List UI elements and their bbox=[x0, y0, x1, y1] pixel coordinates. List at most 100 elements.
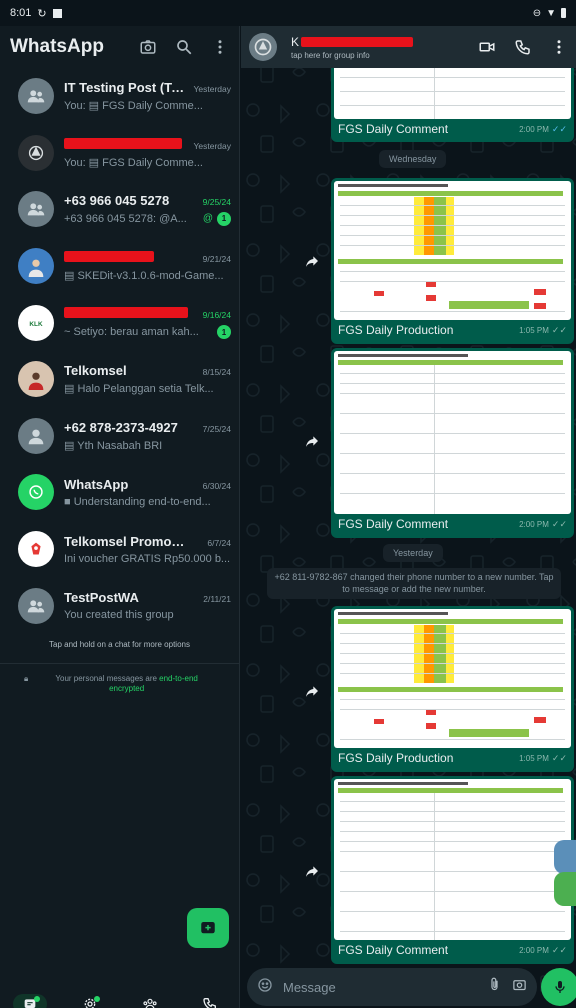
chat-item[interactable]: 9/21/24 ▤ SKEDit-v3.1.0.6-mod-Game... bbox=[0, 238, 239, 295]
new-chat-button[interactable] bbox=[187, 908, 229, 948]
spreadsheet-image[interactable] bbox=[334, 609, 571, 748]
spreadsheet-image[interactable] bbox=[334, 181, 571, 320]
forward-icon[interactable] bbox=[299, 678, 325, 704]
chat-preview: You: ▤ FGS Daily Comme... bbox=[64, 156, 203, 169]
status-bar: 8:01 ↻ ⊖ ▼ bbox=[0, 0, 576, 26]
chat-item[interactable]: Yesterday You: ▤ FGS Daily Comme... bbox=[0, 125, 239, 182]
chats-icon bbox=[13, 993, 47, 1008]
spreadsheet-image[interactable] bbox=[334, 779, 571, 940]
delivered-icon: ✓✓ bbox=[551, 752, 567, 763]
message-bubble[interactable]: FGS Daily Comment 2:00 PM ✓✓ bbox=[331, 776, 574, 964]
contact-avatar[interactable] bbox=[18, 417, 54, 454]
floating-more-tab[interactable] bbox=[554, 872, 576, 906]
attach-icon[interactable] bbox=[487, 977, 502, 997]
svg-text:KLK: KLK bbox=[29, 320, 43, 327]
group-logo-avatar[interactable] bbox=[18, 134, 54, 171]
chat-preview: ~ Setiyo: berau aman kah... bbox=[64, 326, 199, 339]
video-call-icon[interactable] bbox=[478, 38, 496, 56]
promo-logo-avatar[interactable] bbox=[18, 531, 54, 568]
encryption-notice[interactable]: 🔒︎ Your personal messages are end-to-end… bbox=[0, 664, 239, 705]
message-time: 1:05 PM bbox=[519, 753, 549, 763]
delivered-icon: ✓✓ bbox=[551, 324, 567, 335]
forward-icon[interactable] bbox=[299, 248, 325, 274]
voice-message-button[interactable] bbox=[541, 968, 576, 1006]
message-bubble[interactable]: FGS Daily Production 1:05 PM ✓✓ bbox=[331, 178, 574, 344]
floating-sticker-tab[interactable] bbox=[554, 840, 576, 874]
system-message[interactable]: +62 811-9782-867 changed their phone num… bbox=[267, 568, 561, 600]
chat-name-redacted bbox=[64, 250, 154, 265]
chat-time: 7/25/24 bbox=[202, 423, 231, 434]
message-time: 1:05 PM bbox=[519, 325, 549, 335]
date-separator: Yesterday bbox=[383, 544, 443, 562]
unread-badge: 1 bbox=[217, 211, 231, 226]
whatsapp-logo-avatar[interactable] bbox=[18, 474, 54, 511]
conversation-pane: K tap here for group info FGS Daily Comm… bbox=[241, 26, 576, 1008]
battery-icon bbox=[561, 8, 566, 18]
klk-logo-avatar[interactable]: KLK bbox=[18, 304, 54, 341]
composer-camera-icon[interactable] bbox=[512, 977, 527, 997]
chat-item[interactable]: WhatsApp 6/30/24 ■ Understanding end-to-… bbox=[0, 464, 239, 521]
chat-item[interactable]: KLK 9/16/24 ~ Setiyo: berau aman kah... … bbox=[0, 294, 239, 351]
mention-indicator: @ bbox=[202, 213, 213, 225]
date-separator: Wednesday bbox=[379, 150, 447, 168]
nav-item-updates[interactable]: Updates bbox=[60, 988, 120, 1008]
chat-time: 6/7/24 bbox=[207, 537, 231, 548]
message-bubble[interactable]: FGS Daily Production 1:05 PM ✓✓ bbox=[331, 606, 574, 772]
group-avatar[interactable] bbox=[249, 33, 277, 61]
message-caption: FGS Daily Comment bbox=[338, 943, 449, 957]
contact-photo-avatar[interactable] bbox=[18, 361, 54, 398]
chat-list-pane: WhatsApp IT Testing Post (Te... Yesterda… bbox=[0, 26, 240, 1008]
search-icon[interactable] bbox=[175, 38, 193, 56]
nav-item-communities[interactable]: Communi... bbox=[120, 988, 180, 1008]
chat-time: 8/15/24 bbox=[202, 367, 231, 378]
chat-name: Telkomsel Promo & R... bbox=[64, 533, 188, 549]
chat-time: 9/25/24 bbox=[202, 196, 231, 207]
chat-time: 2/11/21 bbox=[203, 594, 231, 605]
camera-icon[interactable] bbox=[139, 38, 157, 56]
chat-name: WhatsApp bbox=[64, 476, 129, 492]
chat-item[interactable]: +62 878-2373-4927 7/25/24 ▤ Yth Nasabah … bbox=[0, 408, 239, 465]
nav-item-calls[interactable]: Calls bbox=[180, 988, 240, 1008]
message-caption: FGS Daily Production bbox=[338, 323, 454, 337]
message-composer[interactable]: Message bbox=[247, 968, 537, 1006]
chat-preview: ▤ SKEDit-v3.1.0.6-mod-Game... bbox=[64, 270, 224, 283]
encryption-text: Your personal messages are bbox=[55, 673, 160, 683]
message-input[interactable]: Message bbox=[283, 980, 477, 995]
chat-time: Yesterday bbox=[193, 84, 232, 95]
chat-preview: Ini voucher GRATIS Rp50.000 b... bbox=[64, 552, 231, 565]
chat-name: +62 878-2373-4927 bbox=[64, 419, 178, 435]
chat-item[interactable]: Telkomsel 8/15/24 ▤ Halo Pelanggan setia… bbox=[0, 351, 239, 408]
chat-preview: You: ▤ FGS Daily Comme... bbox=[64, 100, 203, 113]
chat-name: TestPostWA bbox=[64, 590, 139, 606]
more-options-icon[interactable] bbox=[211, 38, 229, 56]
voice-call-icon[interactable] bbox=[514, 38, 532, 56]
chat-item[interactable]: Telkomsel Promo & R... 6/7/24 Ini vouche… bbox=[0, 521, 239, 578]
new-activity-dot bbox=[34, 995, 40, 1002]
forward-icon[interactable] bbox=[299, 428, 325, 454]
conversation-header[interactable]: K tap here for group info bbox=[241, 26, 576, 68]
chat-hint: Tap and hold on a chat for more options bbox=[49, 639, 190, 649]
spreadsheet-image[interactable] bbox=[334, 351, 571, 514]
chat-item[interactable]: +63 966 045 5278 9/25/24 +63 966 045 527… bbox=[0, 181, 239, 238]
bottom-navigation: Chats Updates Communi... Calls bbox=[0, 988, 240, 1008]
chat-name-redacted bbox=[64, 137, 182, 152]
message-time: 2:00 PM bbox=[519, 124, 549, 134]
message-bubble[interactable]: FGS Daily Comment 2:00 PM ✓✓ bbox=[331, 348, 574, 538]
redacted-group-name bbox=[301, 36, 414, 47]
nav-item-chats[interactable]: Chats bbox=[0, 988, 60, 1008]
group-avatar[interactable] bbox=[18, 191, 54, 228]
group-avatar[interactable] bbox=[18, 587, 54, 624]
chat-time: 6/30/24 bbox=[202, 480, 231, 491]
message-caption: FGS Daily Production bbox=[338, 751, 454, 765]
chat-name: IT Testing Post (Te... bbox=[64, 80, 188, 96]
group-avatar[interactable] bbox=[18, 78, 54, 115]
chat-time: 9/16/24 bbox=[202, 310, 231, 321]
contact-photo-avatar[interactable] bbox=[18, 248, 54, 285]
new-chat-icon bbox=[201, 922, 215, 934]
emoji-icon[interactable] bbox=[257, 977, 273, 998]
conversation-menu-icon[interactable] bbox=[550, 38, 568, 56]
forward-icon[interactable] bbox=[299, 858, 325, 884]
chat-list: IT Testing Post (Te... Yesterday You: ▤ … bbox=[0, 68, 239, 634]
chat-item[interactable]: IT Testing Post (Te... Yesterday You: ▤ … bbox=[0, 68, 239, 125]
chat-item[interactable]: TestPostWA 2/11/21 You created this grou… bbox=[0, 577, 239, 634]
